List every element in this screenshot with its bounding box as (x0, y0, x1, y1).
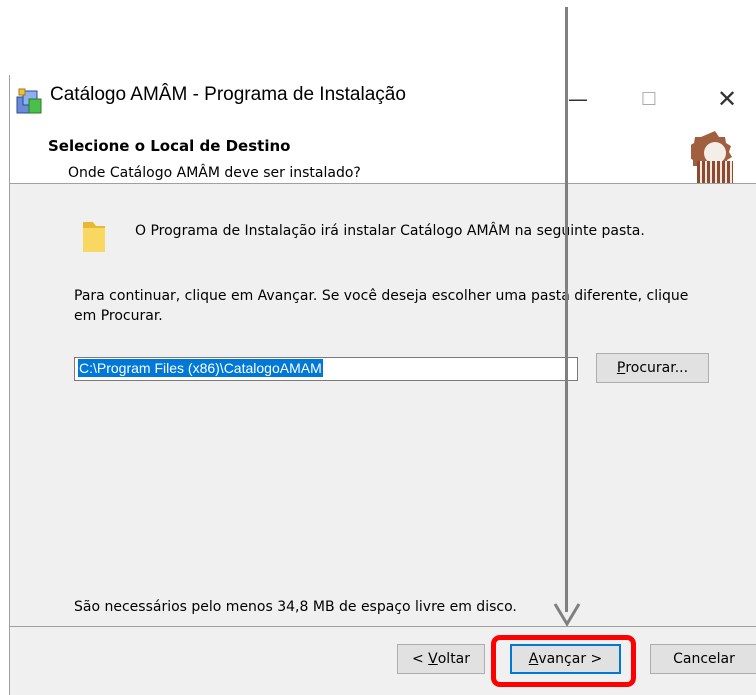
destination-path-value: C:\Program Files (x86)\CatalogoAMAM (78, 359, 323, 377)
cancel-button[interactable]: Cancelar (650, 644, 756, 674)
installer-app-icon (16, 88, 42, 114)
minimize-button[interactable]: — (555, 79, 601, 119)
annotation-highlight-box (491, 635, 636, 687)
page-title: Selecione o Local de Destino (48, 137, 291, 155)
wizard-content: O Programa de Instalação irá instalar Ca… (10, 184, 756, 626)
wizard-footer: < Voltar Avançar > Cancelar (10, 627, 756, 695)
destination-path-input[interactable]: C:\Program Files (x86)\CatalogoAMAM (74, 357, 578, 381)
close-button[interactable]: ✕ (704, 79, 750, 119)
installer-window: Catálogo AMÂM - Programa de Instalação —… (9, 75, 756, 695)
annotation-arrow-line (565, 7, 568, 612)
back-label: oltar (437, 651, 471, 667)
wizard-header: Selecione o Local de Destino Onde Catálo… (10, 115, 756, 183)
disk-space-text: São necessários pelo menos 34,8 MB de es… (74, 599, 517, 615)
browse-button[interactable]: Procurar... (596, 353, 709, 383)
installer-gear-icon (691, 131, 733, 183)
page-subtitle: Onde Catálogo AMÂM deve ser instalado? (68, 165, 361, 181)
browse-accel: P (616, 360, 626, 376)
instructions-text: Para continuar, clique em Avançar. Se vo… (74, 288, 689, 324)
folder-icon (83, 222, 105, 252)
back-button[interactable]: < Voltar (397, 644, 485, 674)
window-title: Catálogo AMÂM - Programa de Instalação (50, 84, 406, 105)
back-accel: V (428, 651, 438, 667)
maximize-button[interactable]: ☐ (626, 79, 672, 119)
browse-label: rocurar... (625, 360, 689, 376)
annotation-arrow-head (553, 603, 581, 627)
intro-text: O Programa de Instalação irá instalar Ca… (135, 223, 645, 239)
back-prefix: < (411, 651, 429, 667)
